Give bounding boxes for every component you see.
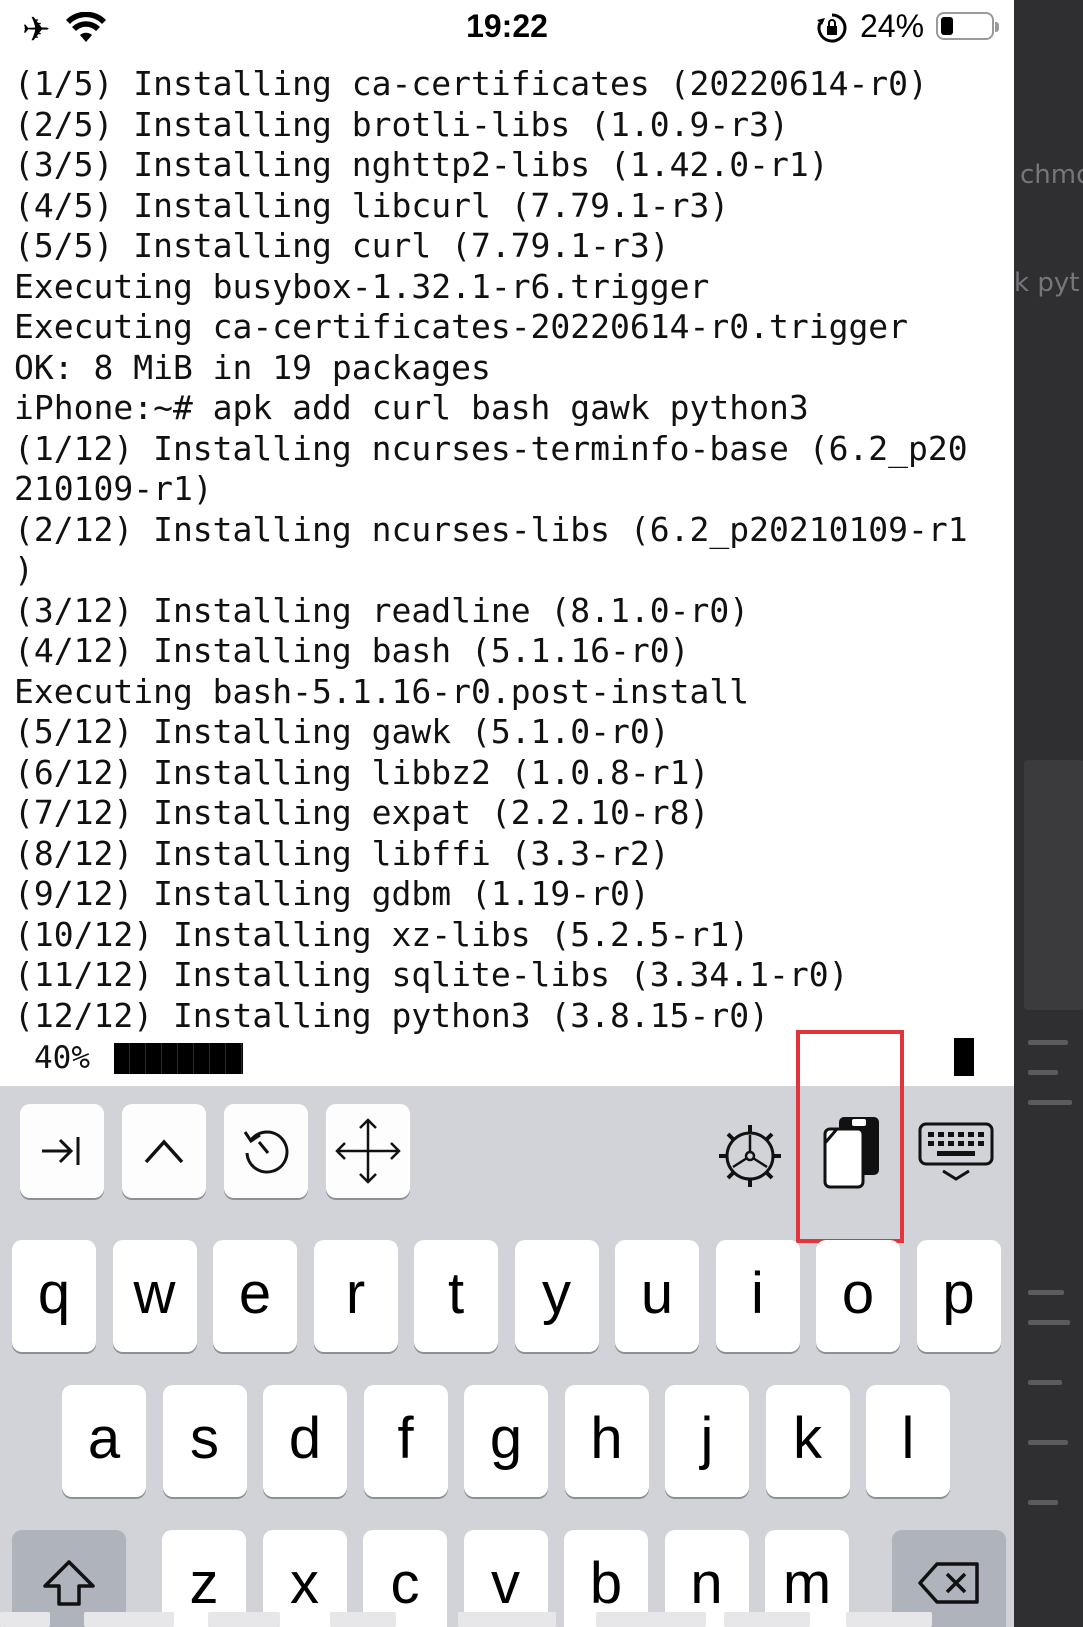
terminal-line: OK: 8 MiB in 19 packages [14,347,491,387]
control-caret-icon [144,1139,184,1164]
keyboard-dismiss-icon [918,1122,994,1181]
terminal-line: (8/12) Installing libffi (3.3-r2) [14,833,670,873]
terminal-line: (5/5) Installing curl (7.79.1-r3) [14,226,670,265]
tab-icon [42,1137,80,1165]
key-w[interactable]: w [112,1240,197,1352]
terminal-line: (3/5) Installing nghttp2-libs (1.42.0-r1… [14,145,829,184]
terminal-line: (5/12) Installing gawk (5.1.0-r0) [14,712,670,751]
terminal-line: Executing bash-5.1.16-r0.post-install [14,671,750,711]
progress-track [114,1043,436,1074]
key-d[interactable]: d [263,1385,347,1497]
key-f[interactable]: f [363,1385,448,1497]
background-window: chmo k pyt [1014,0,1083,1627]
key-k[interactable]: k [765,1385,850,1497]
progress-bar [114,1043,243,1074]
backspace-icon [918,1562,979,1604]
battery-level [941,17,953,35]
settings-button[interactable] [712,1118,788,1194]
history-key[interactable] [224,1104,308,1198]
key-a[interactable]: a [62,1385,146,1497]
battery-percent: 24% [860,8,925,44]
key-h[interactable]: h [564,1385,649,1497]
terminal-line: 210109-r1) [14,469,213,508]
background-text: chmo [1020,160,1083,190]
terminal-line: Executing busybox-1.32.1-r6.trigger [14,266,710,306]
hide-keyboard-button[interactable] [916,1118,996,1186]
key-p[interactable]: p [916,1240,1001,1352]
terminal-line: (6/12) Installing libbz2 (1.0.8-r1) [14,752,710,792]
highlight-box [796,1030,904,1243]
terminal-line: (2/5) Installing brotli-libs (1.0.9-r3) [14,104,789,144]
app-switcher-strip [0,1612,1014,1627]
control-key[interactable] [122,1104,206,1198]
key-o[interactable]: o [816,1240,900,1352]
key-l[interactable]: l [866,1385,950,1497]
key-q[interactable]: q [12,1240,96,1352]
key-u[interactable]: u [615,1240,699,1352]
phone-screen: ✈ 19:22 24% (1/5) Installing ca-certific… [0,0,1014,1627]
terminal-line: (1/12) Installing ncurses-terminfo-base … [14,428,968,468]
move-cursor-key[interactable] [326,1104,410,1198]
key-s[interactable]: s [162,1385,247,1497]
background-thumbnail [1024,760,1083,1010]
terminal-line: (11/12) Installing sqlite-libs (3.34.1-r… [14,955,849,994]
terminal-line: (9/12) Installing gdbm (1.19-r0) [14,874,650,913]
key-t[interactable]: t [414,1240,498,1352]
terminal-line: (7/12) Installing expat (2.2.10-r8) [14,793,710,832]
battery-icon [936,12,999,40]
key-i[interactable]: i [715,1240,800,1352]
tab-key[interactable] [20,1104,104,1198]
terminal-line: (10/12) Installing xz-libs (5.2.5-r1) [14,914,750,954]
terminal-cursor [954,1038,974,1076]
status-bar: ✈ 19:22 24% [0,0,1014,58]
background-text: k pyt [1014,268,1080,298]
terminal-line: iPhone:~# apk add curl bash gawk python3 [14,388,809,427]
terminal-line: (3/12) Installing readline (8.1.0-r0) [14,590,750,630]
terminal-line: (4/5) Installing libcurl (7.79.1-r3) [14,185,730,225]
key-g[interactable]: g [464,1385,548,1497]
terminal-output[interactable]: (1/5) Installing ca-certificates (202206… [14,64,1004,1036]
key-y[interactable]: y [514,1240,599,1352]
terminal-line: (1/5) Installing ca-certificates (202206… [14,64,928,103]
terminal-line: (4/12) Installing bash (5.1.16-r0) [14,631,690,670]
move-arrows-icon [335,1118,401,1184]
key-j[interactable]: j [665,1385,749,1497]
key-e[interactable]: e [213,1240,297,1352]
terminal-line: Executing ca-certificates-20220614-r0.tr… [14,307,909,346]
rotation-lock-icon [817,13,847,43]
progress-percent: 40% [34,1040,90,1076]
terminal-line: (2/12) Installing ncurses-libs (6.2_p202… [14,509,968,549]
terminal-line: ) [14,550,34,589]
history-icon [243,1130,289,1174]
settings-gear-icon [719,1125,781,1187]
key-r[interactable]: r [313,1240,398,1352]
shift-icon [43,1560,95,1606]
